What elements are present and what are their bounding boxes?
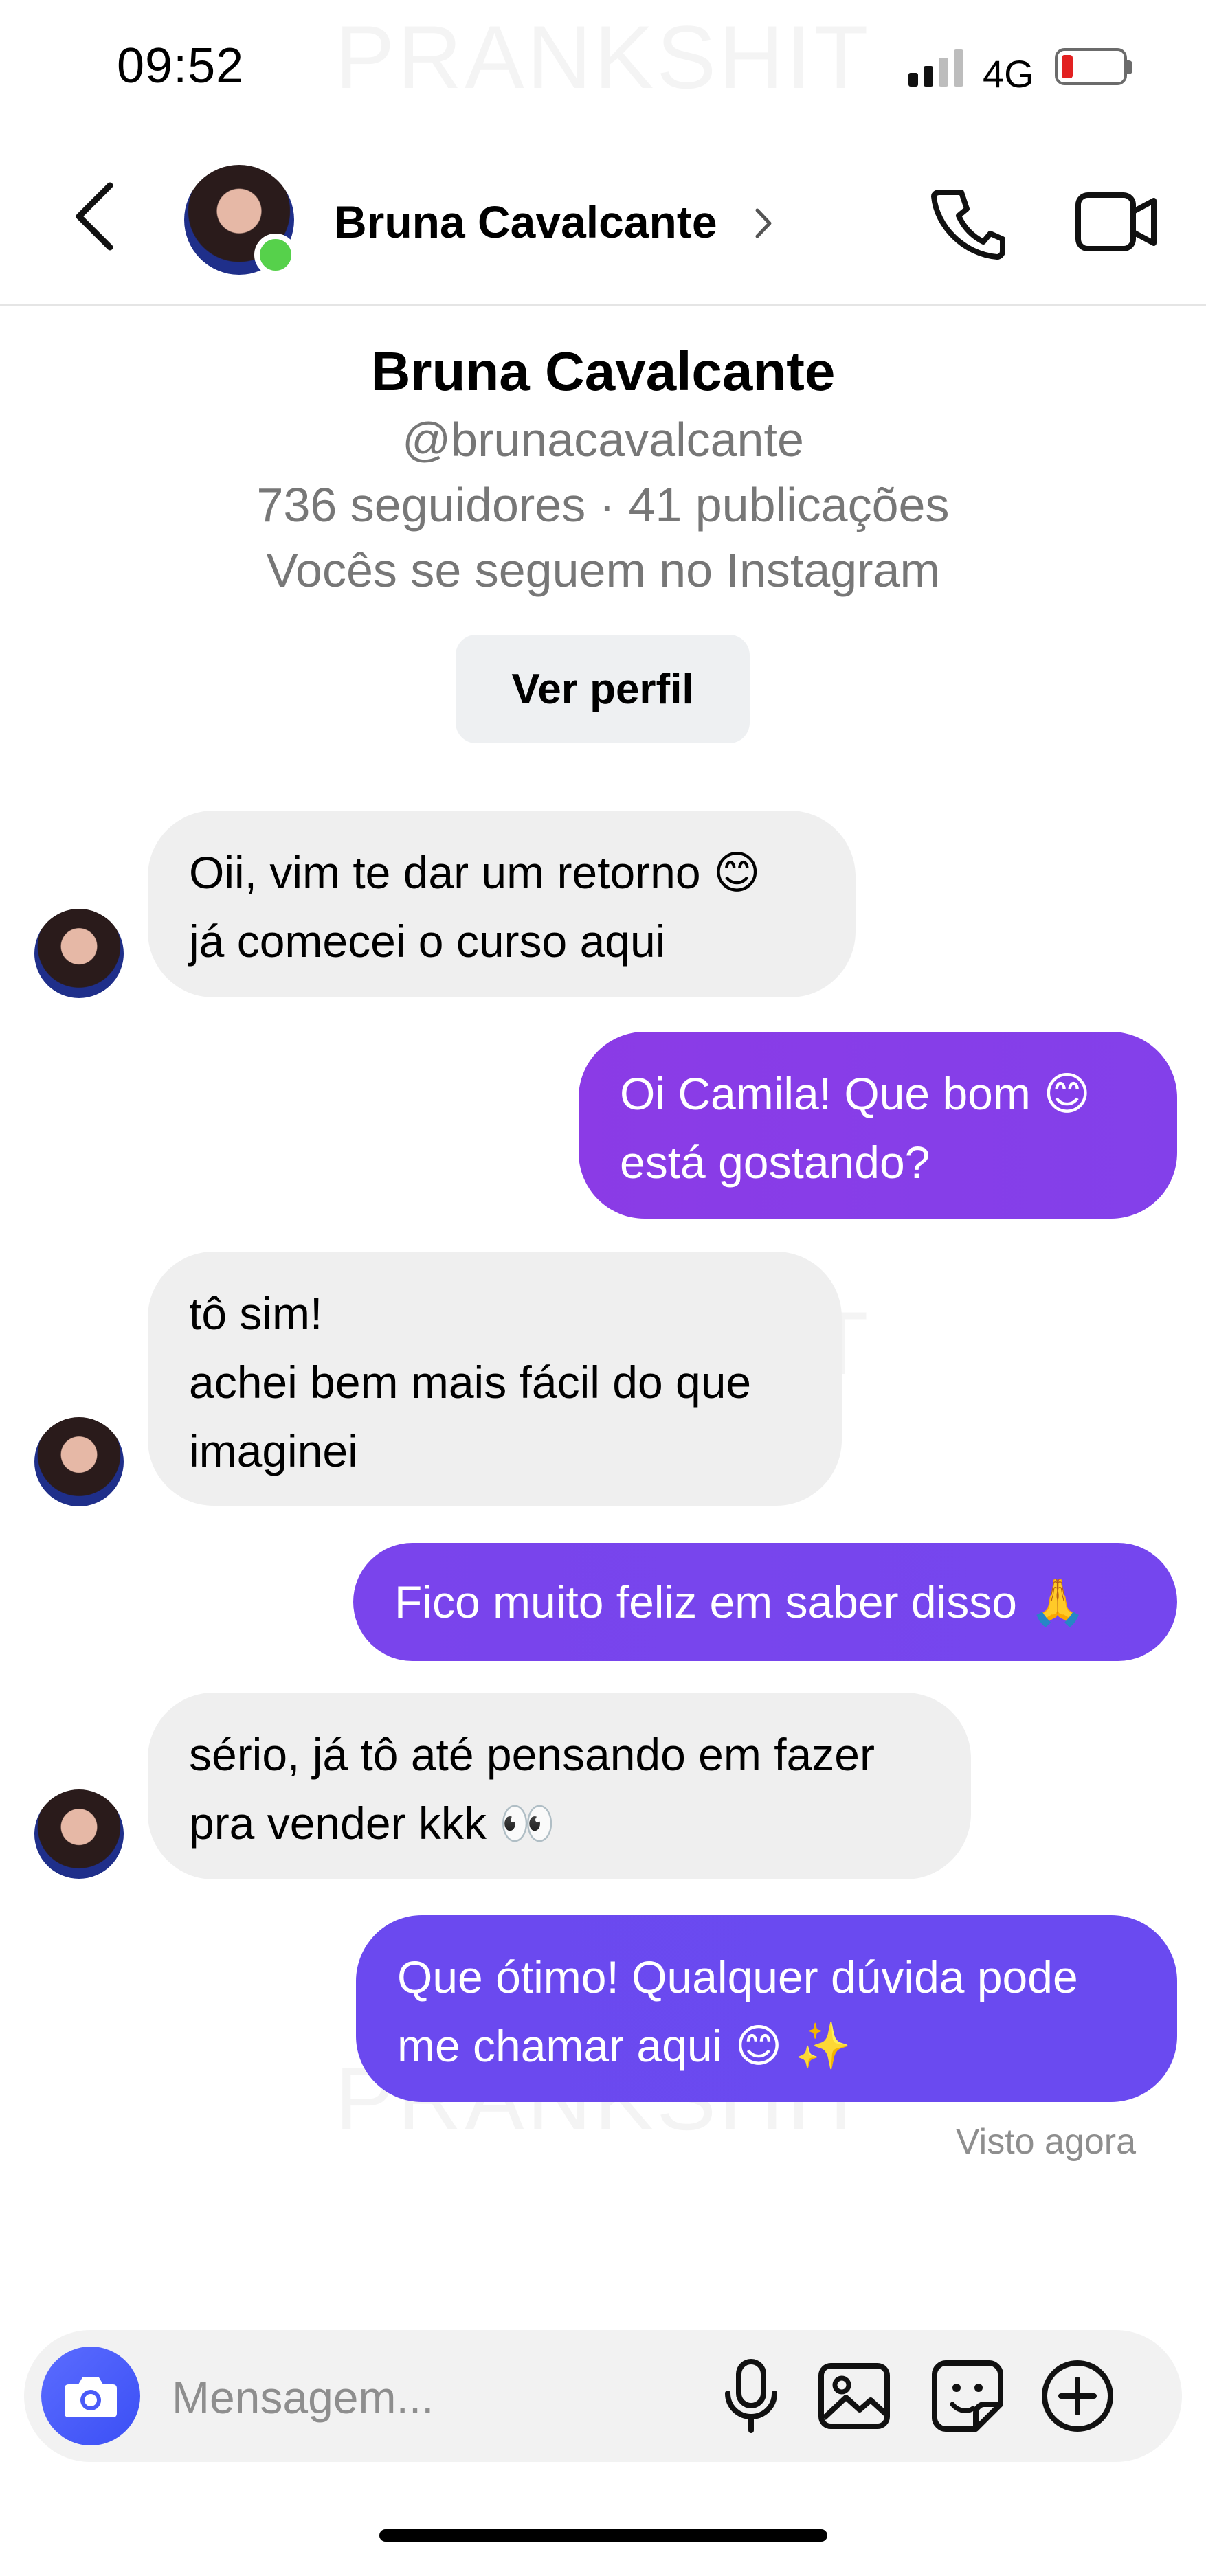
camera-icon [65,2377,117,2417]
phone-icon[interactable] [931,184,1007,260]
plus-circle-icon[interactable] [1038,2356,1117,2436]
chat-screen: PRANKSHIT PRANKSHIT PRANKSHIT 09:52 4G B… [0,0,1206,2576]
message-incoming[interactable]: Oii, vim te dar um retorno 😊 já comecei … [148,811,856,997]
message-incoming[interactable]: sério, já tô até pensando em fazer pra v… [148,1693,971,1879]
camera-button[interactable] [41,2347,140,2445]
message-incoming[interactable]: tô sim! achei bem mais fácil do que imag… [148,1252,842,1506]
network-label: 4G [983,52,1034,95]
sender-avatar [34,1789,124,1879]
message-input[interactable]: Mensagem... [172,2371,434,2424]
profile-stats: 736 seguidores · 41 publicações [256,478,950,532]
sender-avatar [34,909,124,998]
view-profile-button[interactable]: Ver perfil [456,635,750,743]
home-indicator[interactable] [379,2529,827,2542]
online-indicator [254,234,297,276]
status-time: 09:52 [117,38,245,93]
follow-status: Vocês se seguem no Instagram [266,543,940,597]
sticker-icon[interactable] [928,2356,1007,2436]
seen-status: Visto agora [955,2122,1136,2162]
chevron-right-icon[interactable] [753,206,774,240]
message-outgoing[interactable]: Que ótimo! Qualquer dúvida pode me chama… [356,1915,1177,2102]
profile-name: Bruna Cavalcante [370,341,836,402]
video-camera-icon[interactable] [1075,191,1158,253]
image-icon[interactable] [814,2356,894,2436]
signal-icon [908,49,963,87]
header-divider [0,304,1206,306]
microphone-icon[interactable] [711,2356,791,2436]
header-contact-name[interactable]: Bruna Cavalcante [334,196,717,248]
battery-icon [1055,48,1127,85]
message-composer: Mensagem... [24,2330,1182,2462]
sender-avatar [34,1417,124,1506]
message-outgoing[interactable]: Fico muito feliz em saber disso 🙏 [353,1543,1177,1661]
message-outgoing[interactable]: Oi Camila! Que bom 😊 está gostando? [579,1032,1177,1219]
back-chevron-icon[interactable] [69,179,124,254]
battery-tip [1127,60,1132,74]
profile-handle: @brunacavalcante [402,413,804,466]
